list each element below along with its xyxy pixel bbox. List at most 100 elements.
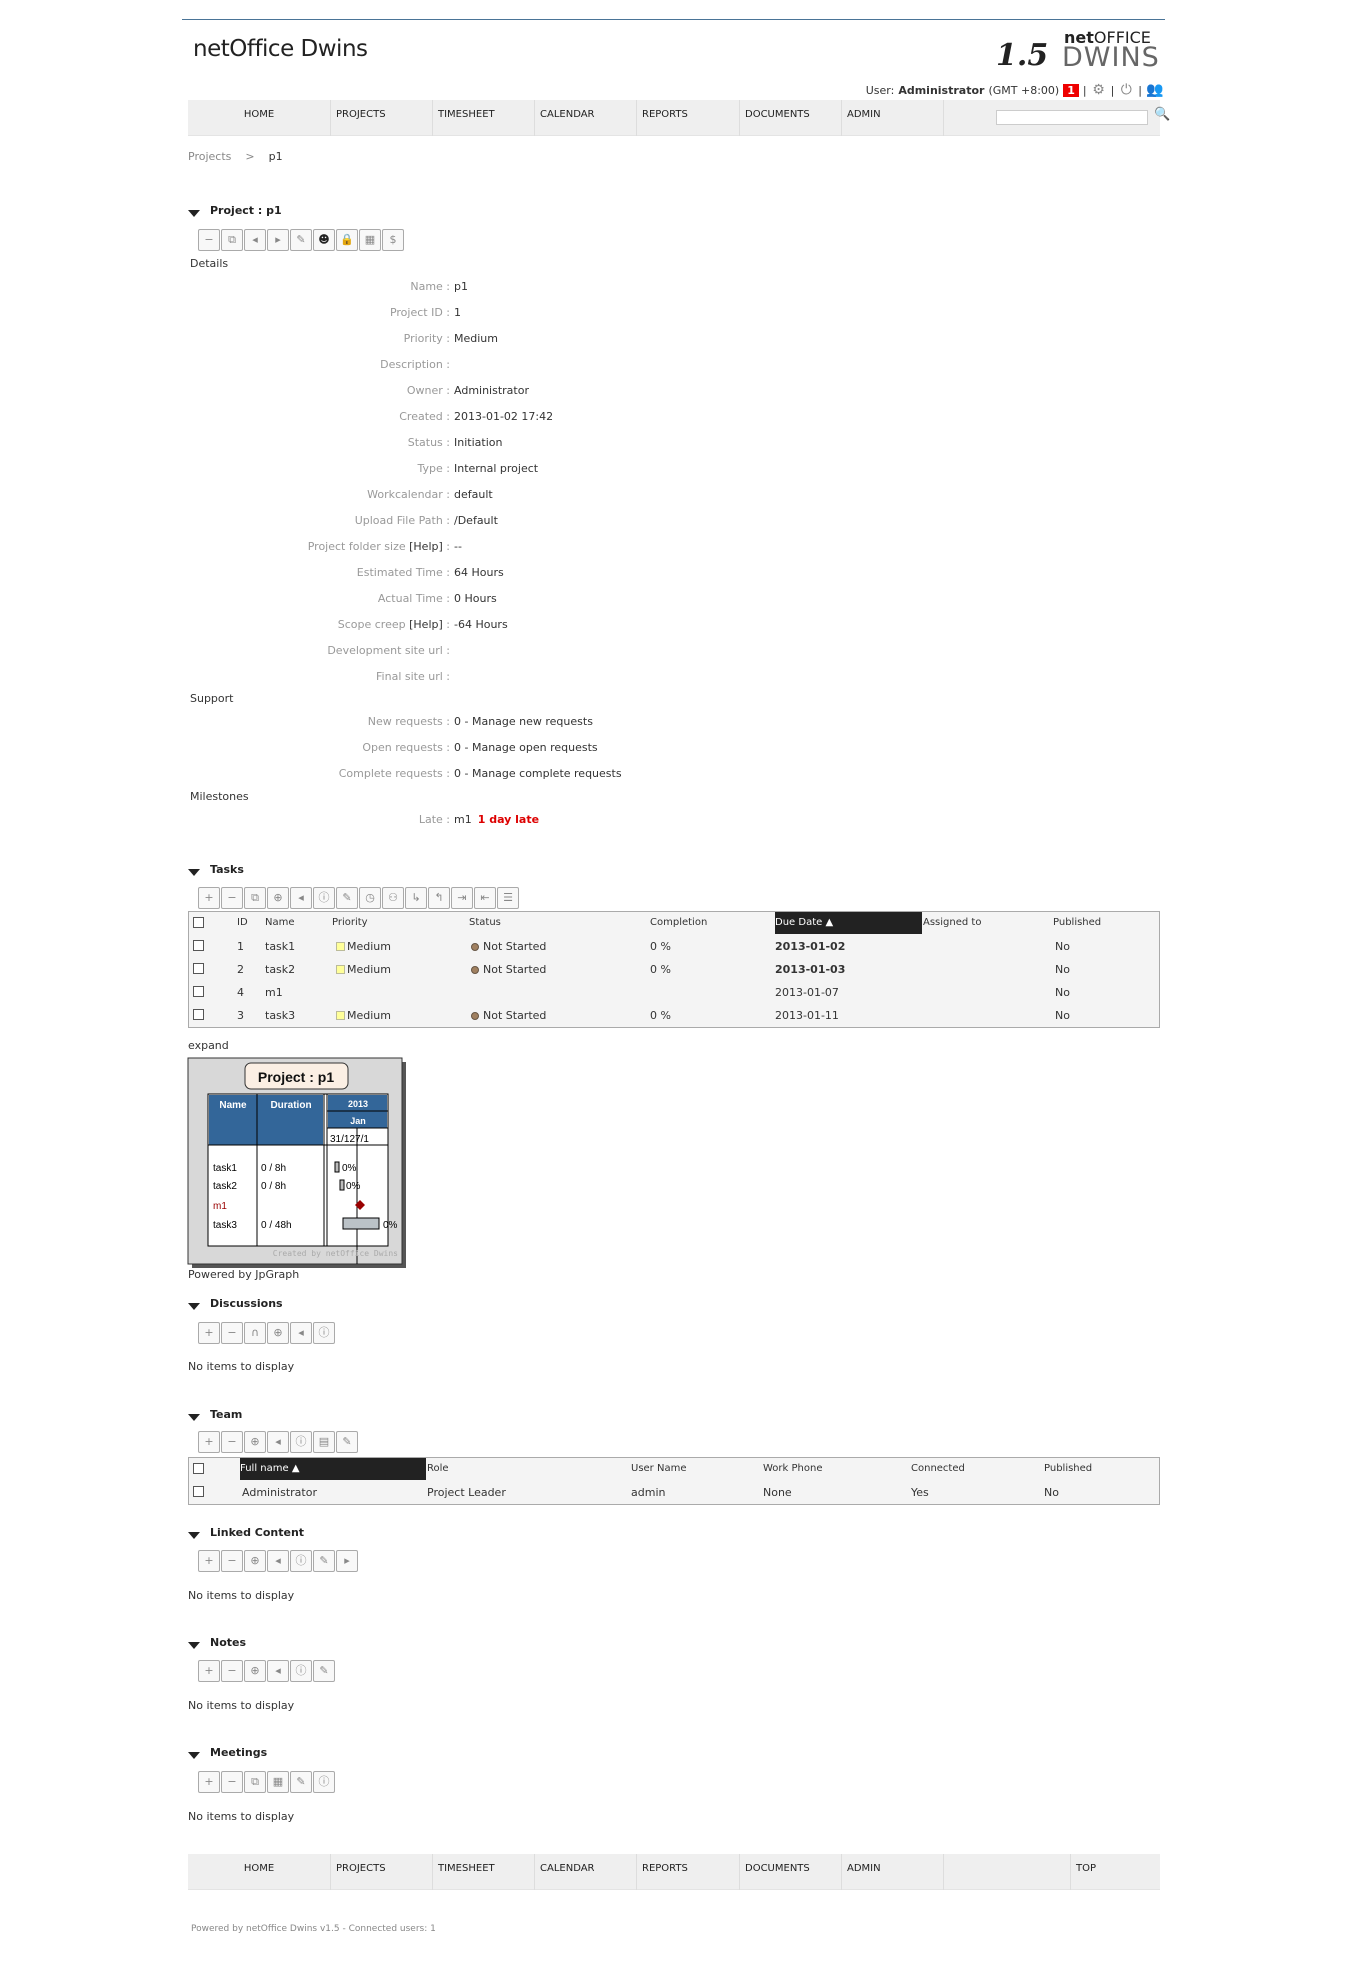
remove-icon[interactable]: − <box>221 887 243 909</box>
back-icon[interactable]: ◂ <box>267 1431 289 1453</box>
tasks-section-toggle[interactable]: Tasks <box>188 863 244 876</box>
col-role[interactable]: Role <box>427 1463 449 1474</box>
remove-icon[interactable]: − <box>221 1431 243 1453</box>
collapse-triangle-icon[interactable] <box>188 1752 200 1759</box>
edit-icon[interactable]: ✎ <box>336 1431 358 1453</box>
nav-reports[interactable]: REPORTS <box>636 100 739 136</box>
nav-calendar[interactable]: CALENDAR <box>534 100 636 136</box>
project-section-toggle[interactable]: Project : p1 <box>188 204 282 217</box>
search-icon[interactable]: 🔍 <box>1154 107 1170 122</box>
copy-icon[interactable]: ⧉ <box>244 1771 266 1793</box>
outdent-icon[interactable]: ↰ <box>428 887 450 909</box>
add-subtask-icon[interactable]: ⊕ <box>267 887 289 909</box>
card-icon[interactable]: ▤ <box>313 1431 335 1453</box>
add-icon[interactable]: + <box>198 1771 220 1793</box>
row-checkbox[interactable] <box>193 986 204 997</box>
edit-icon[interactable]: ✎ <box>336 887 358 909</box>
col-assigned[interactable]: Assigned to <box>923 917 981 928</box>
users-icon[interactable]: 👥 <box>1146 82 1163 98</box>
col-published[interactable]: Published <box>1053 917 1101 928</box>
col-status[interactable]: Status <box>469 917 501 928</box>
edit-icon[interactable]: ✎ <box>313 1660 335 1682</box>
info-icon[interactable]: ⓘ <box>313 1771 335 1793</box>
info-icon[interactable]: ⓘ <box>290 1550 312 1572</box>
notes-section-toggle[interactable]: Notes <box>188 1636 246 1649</box>
cell-name[interactable]: task1 <box>265 940 295 953</box>
notification-badge[interactable]: 1 <box>1063 83 1079 97</box>
footer-nav-reports[interactable]: REPORTS <box>636 1854 739 1890</box>
add-note-icon[interactable]: ⊕ <box>244 1660 266 1682</box>
add-file-icon[interactable]: ⊕ <box>244 1550 266 1572</box>
footer-nav-admin[interactable]: ADMIN <box>841 1854 943 1890</box>
remove-icon[interactable]: − <box>221 1660 243 1682</box>
gear-icon[interactable]: ⚙ <box>1091 82 1107 98</box>
milestone-name[interactable]: m1 <box>454 813 472 826</box>
user-icon[interactable]: ☻ <box>313 229 335 251</box>
user-name[interactable]: Administrator <box>898 84 984 97</box>
back-icon[interactable]: ◂ <box>267 1550 289 1572</box>
row-checkbox[interactable] <box>193 963 204 974</box>
calendar-icon[interactable]: ▦ <box>267 1771 289 1793</box>
footer-nav-documents[interactable]: DOCUMENTS <box>739 1854 841 1890</box>
power-icon[interactable]: ⏻ <box>1118 82 1134 98</box>
nav-timesheet[interactable]: TIMESHEET <box>432 100 534 136</box>
info-icon[interactable]: ⓘ <box>313 887 335 909</box>
col-full-name[interactable]: Full name ▲ <box>240 1458 426 1480</box>
add-icon[interactable]: + <box>198 1322 220 1344</box>
col-work-phone[interactable]: Work Phone <box>763 1463 822 1474</box>
lock-icon[interactable]: 🔒 <box>336 229 358 251</box>
footer-nav-calendar[interactable]: CALENDAR <box>534 1854 636 1890</box>
col-due-date[interactable]: Due Date ▲ <box>775 912 922 934</box>
col-completion[interactable]: Completion <box>650 917 707 928</box>
col-name[interactable]: Name <box>265 917 295 928</box>
support-link[interactable]: 0 - Manage open requests <box>454 741 598 754</box>
remove-icon[interactable]: − <box>221 1322 243 1344</box>
cell-name[interactable]: task2 <box>265 963 295 976</box>
info-icon[interactable]: ⓘ <box>313 1322 335 1344</box>
col-published[interactable]: Published <box>1044 1463 1092 1474</box>
meetings-section-toggle[interactable]: Meetings <box>188 1746 267 1759</box>
footer-nav-projects[interactable]: PROJECTS <box>330 1854 432 1890</box>
add-icon[interactable]: + <box>198 1660 220 1682</box>
col-priority[interactable]: Priority <box>332 917 368 928</box>
remove-icon[interactable]: − <box>221 1550 243 1572</box>
edit-icon[interactable]: ✎ <box>313 1550 335 1572</box>
dollar-icon[interactable]: $ <box>382 229 404 251</box>
nav-home[interactable]: HOME <box>188 100 330 136</box>
table-row[interactable]: 2 task2 Medium Not Started 0 % 2013-01-03 No <box>189 958 1159 981</box>
collapse-triangle-icon[interactable] <box>188 1414 200 1421</box>
forward-icon[interactable]: ▸ <box>336 1550 358 1572</box>
export-icon[interactable]: ◂ <box>244 229 266 251</box>
move-icon[interactable]: ◂ <box>290 887 312 909</box>
collapse-triangle-icon[interactable] <box>188 1642 200 1649</box>
back-icon[interactable]: ◂ <box>267 1660 289 1682</box>
link-icon[interactable]: ⇥ <box>451 887 473 909</box>
add-post-icon[interactable]: ⊕ <box>267 1322 289 1344</box>
cell-name[interactable]: Administrator <box>242 1486 317 1499</box>
collapse-triangle-icon[interactable] <box>188 869 200 876</box>
support-link[interactable]: 0 - Manage complete requests <box>454 767 622 780</box>
copy-icon[interactable]: ⧉ <box>244 887 266 909</box>
collapse-triangle-icon[interactable] <box>188 210 200 217</box>
footer-nav-top[interactable]: TOP <box>1070 1854 1160 1890</box>
table-row[interactable]: Administrator Project Leader admin None … <box>189 1481 1159 1504</box>
col-user-name[interactable]: User Name <box>631 1463 686 1474</box>
reply-icon[interactable]: ◂ <box>290 1322 312 1344</box>
collapse-triangle-icon[interactable] <box>188 1532 200 1539</box>
unlink-icon[interactable]: ⇤ <box>474 887 496 909</box>
search-input[interactable] <box>996 110 1148 125</box>
edit-icon[interactable]: ✎ <box>290 229 312 251</box>
col-connected[interactable]: Connected <box>911 1463 965 1474</box>
row-checkbox[interactable] <box>193 940 204 951</box>
footer-nav-home[interactable]: HOME <box>188 1854 330 1890</box>
col-id[interactable]: ID <box>237 917 248 928</box>
calendar-grid-icon[interactable]: ▦ <box>359 229 381 251</box>
help-link[interactable]: [Help] <box>409 540 443 553</box>
linked-section-toggle[interactable]: Linked Content <box>188 1526 304 1539</box>
nav-documents[interactable]: DOCUMENTS <box>739 100 841 136</box>
list-icon[interactable]: ☰ <box>497 887 519 909</box>
add-icon[interactable]: + <box>198 1550 220 1572</box>
row-checkbox[interactable] <box>193 1009 204 1020</box>
import-icon[interactable]: ▸ <box>267 229 289 251</box>
edit-icon[interactable]: ✎ <box>290 1771 312 1793</box>
